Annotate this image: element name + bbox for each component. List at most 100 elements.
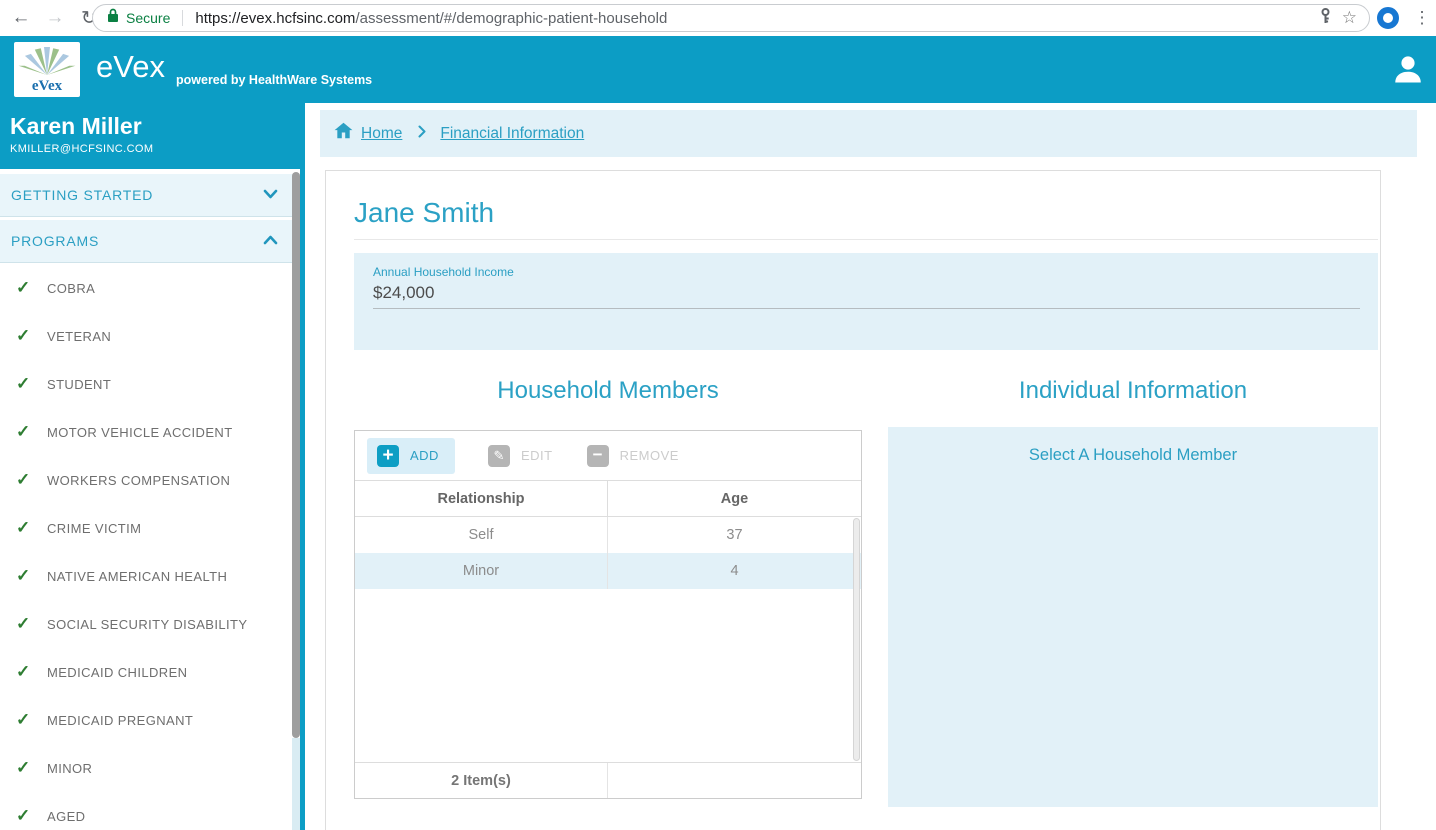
cell-age: 4 [608, 553, 861, 589]
forward-icon[interactable]: → [38, 7, 72, 29]
program-label: AGED [47, 809, 85, 824]
sidebar-item-social-security-disability[interactable]: ✓ SOCIAL SECURITY DISABILITY [0, 600, 300, 648]
column-header-relationship: Relationship [355, 481, 608, 516]
sidebar-scrollbar-thumb[interactable] [292, 172, 300, 738]
sidebar-section-getting-started[interactable]: GETTING STARTED [0, 174, 300, 217]
household-members-grid: + ADD ✎ EDIT − REMOVE Relation [354, 430, 862, 799]
patient-name: Jane Smith [354, 197, 1380, 229]
breadcrumb: Home Financial Information [320, 110, 1417, 157]
breadcrumb-financial-link[interactable]: Financial Information [440, 125, 584, 143]
user-name: Karen Miller [10, 113, 290, 140]
program-label: VETERAN [47, 329, 111, 344]
edit-button[interactable]: ✎ EDIT [488, 445, 553, 467]
sidebar-item-cobra[interactable]: ✓ COBRA [0, 264, 300, 312]
section-label: GETTING STARTED [11, 187, 263, 203]
url-text[interactable]: https://evex.hcfsinc.com/assessment/#/de… [195, 10, 1318, 27]
browser-menu-icon[interactable]: ⋮ [1412, 4, 1432, 32]
individual-information-title: Individual Information [888, 377, 1378, 405]
add-button[interactable]: + ADD [367, 438, 455, 474]
sidebar-user-block: Karen Miller KMILLER@HCFSINC.COM [0, 103, 300, 169]
check-icon: ✓ [16, 470, 42, 490]
password-key-icon[interactable] [1319, 8, 1332, 29]
home-icon[interactable] [334, 122, 353, 144]
program-label: MOTOR VEHICLE ACCIDENT [47, 425, 233, 440]
browser-profile-icon[interactable] [1377, 7, 1399, 29]
bookmark-star-icon[interactable]: ☆ [1342, 8, 1357, 28]
sidebar-item-medicaid-children[interactable]: ✓ MEDICAID CHILDREN [0, 648, 300, 696]
divider [354, 239, 1378, 240]
sidebar-item-motor-vehicle-accident[interactable]: ✓ MOTOR VEHICLE ACCIDENT [0, 408, 300, 456]
cell-relationship: Minor [355, 553, 608, 589]
check-icon: ✓ [16, 422, 42, 442]
sidebar-item-native-american-health[interactable]: ✓ NATIVE AMERICAN HEALTH [0, 552, 300, 600]
app-header: eVex eVex powered by HealthWare Systems [0, 36, 1436, 103]
logo-starburst-icon [17, 42, 77, 78]
cell-age: 37 [608, 517, 861, 553]
sidebar-item-minor[interactable]: ✓ MINOR [0, 744, 300, 792]
program-label: SOCIAL SECURITY DISABILITY [47, 617, 247, 632]
pencil-icon: ✎ [488, 445, 510, 467]
program-label: MEDICAID CHILDREN [47, 665, 187, 680]
back-icon[interactable]: ← [4, 7, 38, 29]
program-label: MEDICAID PREGNANT [47, 713, 193, 728]
check-icon: ✓ [16, 326, 42, 346]
item-count: 2 Item(s) [355, 763, 608, 798]
income-field[interactable]: $24,000 [373, 283, 1360, 309]
check-icon: ✓ [16, 374, 42, 394]
url-path: /assessment/#/demographic-patient-househ… [355, 10, 667, 27]
check-icon: ✓ [16, 518, 42, 538]
sidebar-item-aged[interactable]: ✓ AGED [0, 792, 300, 830]
evex-logo[interactable]: eVex [14, 42, 80, 97]
minus-icon: − [587, 445, 609, 467]
check-icon: ✓ [16, 662, 42, 682]
powered-by-text: powered by HealthWare Systems [176, 73, 372, 87]
table-body: Self 37 Minor 4 [355, 517, 861, 762]
household-members-column: Household Members + ADD ✎ EDIT − [354, 377, 862, 807]
browser-toolbar: ← → ↻ Secure https://evex.hcfsinc.com/as… [0, 0, 1436, 36]
main-content: Home Financial Information Jane Smith An… [305, 103, 1436, 830]
user-account-icon[interactable] [1390, 51, 1426, 92]
grid-toolbar: + ADD ✎ EDIT − REMOVE [355, 431, 861, 481]
check-icon: ✓ [16, 710, 42, 730]
check-icon: ✓ [16, 566, 42, 586]
income-label: Annual Household Income [373, 265, 1360, 279]
brand-title: eVex [96, 49, 165, 85]
individual-information-panel: Select A Household Member [888, 427, 1378, 807]
breadcrumb-home-link[interactable]: Home [361, 125, 402, 143]
add-button-label: ADD [410, 448, 439, 463]
sidebar-item-medicaid-pregnant[interactable]: ✓ MEDICAID PREGNANT [0, 696, 300, 744]
logo-text: eVex [14, 78, 80, 95]
check-icon: ✓ [16, 614, 42, 634]
plus-icon: + [377, 445, 399, 467]
chevron-down-icon [263, 186, 278, 204]
table-row-minor[interactable]: Minor 4 [355, 553, 861, 589]
sidebar-item-crime-victim[interactable]: ✓ CRIME VICTIM [0, 504, 300, 552]
program-label: COBRA [47, 281, 95, 296]
check-icon: ✓ [16, 278, 42, 298]
sidebar-item-veteran[interactable]: ✓ VETERAN [0, 312, 300, 360]
assessment-card: Jane Smith Annual Household Income $24,0… [325, 170, 1381, 830]
program-label: WORKERS COMPENSATION [47, 473, 230, 488]
chevron-up-icon [263, 232, 278, 250]
address-bar[interactable]: Secure https://evex.hcfsinc.com/assessme… [92, 4, 1370, 32]
program-label: MINOR [47, 761, 92, 776]
sidebar: Karen Miller KMILLER@HCFSINC.COM GETTING… [0, 103, 300, 830]
two-column-section: Household Members + ADD ✎ EDIT − [354, 377, 1378, 807]
edit-button-label: EDIT [521, 448, 553, 463]
table-header-row: Relationship Age [355, 481, 861, 517]
table-scrollbar-thumb[interactable] [853, 518, 860, 761]
sidebar-section-programs[interactable]: PROGRAMS [0, 220, 300, 263]
table-footer-row: 2 Item(s) [355, 762, 861, 798]
sidebar-item-workers-compensation[interactable]: ✓ WORKERS COMPENSATION [0, 456, 300, 504]
table-row-self[interactable]: Self 37 [355, 517, 861, 553]
sidebar-item-student[interactable]: ✓ STUDENT [0, 360, 300, 408]
sidebar-scrollbar-track[interactable] [292, 738, 300, 830]
check-icon: ✓ [16, 758, 42, 778]
remove-button[interactable]: − REMOVE [587, 445, 679, 467]
program-list: ✓ COBRA ✓ VETERAN ✓ STUDENT ✓ MOTOR VEHI… [0, 263, 300, 830]
program-label: CRIME VICTIM [47, 521, 141, 536]
remove-button-label: REMOVE [620, 448, 679, 463]
breadcrumb-chevron-icon [418, 125, 426, 143]
secure-label: Secure [126, 10, 170, 26]
omnibox-divider [182, 10, 183, 26]
